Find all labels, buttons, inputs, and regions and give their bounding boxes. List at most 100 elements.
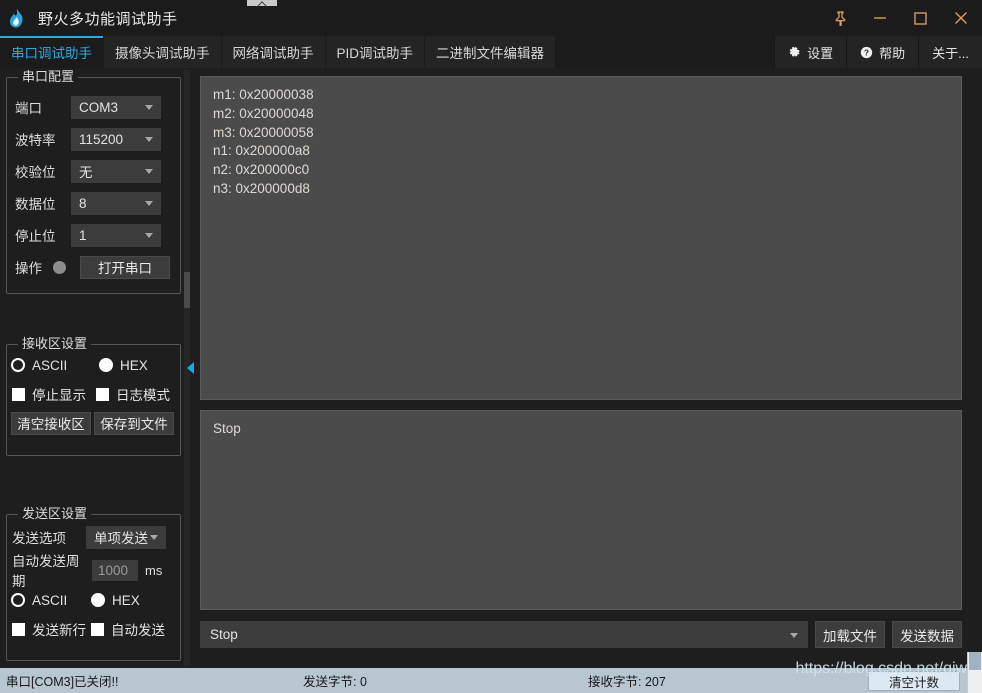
settings-label: 设置 (807, 45, 834, 61)
stop-display-label: 停止显示 (32, 388, 86, 403)
auto-period-label: 自动发送周期 (12, 554, 80, 589)
toolbar: 设置 ? 帮助 关于... (774, 36, 982, 68)
auto-period-input[interactable]: 1000 (92, 559, 138, 581)
send-ascii-label: ASCII (32, 592, 68, 608)
send-hex-label: HEX (112, 592, 140, 608)
stop-display-checkbox[interactable] (12, 387, 25, 401)
tab-serial[interactable]: 串口调试助手 (0, 36, 104, 68)
send-newline-checkbox[interactable] (12, 622, 25, 636)
baud-select[interactable]: 115200 (71, 127, 161, 151)
receive-line: n2: 0x200000c0 (213, 162, 310, 178)
pin-icon[interactable] (820, 0, 860, 36)
tx-bytes-text: 发送字节: 0 (303, 675, 367, 689)
baud-value: 115200 (79, 131, 124, 147)
about-label: 关于... (932, 45, 969, 61)
parity-value: 无 (79, 165, 93, 180)
flame-icon (0, 0, 34, 36)
connection-status-led (53, 260, 66, 274)
data-bits-select[interactable]: 8 (71, 191, 161, 215)
parity-select[interactable]: 无 (71, 159, 161, 183)
send-ascii-radio[interactable] (11, 593, 25, 607)
serial-config-title: 串口配置 (18, 69, 79, 85)
stop-bits-label: 停止位 (15, 229, 56, 244)
open-serial-button[interactable]: 打开串口 (80, 255, 170, 279)
send-option-select[interactable]: 单项发送 (86, 525, 166, 549)
port-value: COM3 (79, 99, 119, 115)
tab-network[interactable]: 网络调试助手 (221, 36, 326, 68)
auto-send-checkbox[interactable] (91, 622, 104, 636)
close-icon[interactable] (940, 0, 982, 36)
port-select[interactable]: COM3 (71, 95, 161, 119)
page-scrollbar[interactable] (967, 652, 982, 693)
stop-bits-value: 1 (79, 227, 87, 243)
tab-binary-editor[interactable]: 二进制文件编辑器 (425, 36, 557, 68)
send-option-label: 发送选项 (12, 531, 66, 546)
parity-label: 校验位 (15, 165, 56, 180)
chevron-down-icon (145, 233, 153, 238)
clear-count-button[interactable]: 清空计数 (868, 671, 960, 691)
tab-camera[interactable]: 摄像头调试助手 (104, 36, 222, 68)
baud-label: 波特率 (15, 133, 56, 148)
sidebar: 串口配置 端口 COM3 波特率 115200 校验位 无 数据位 8 停止位 … (0, 68, 186, 668)
window-notch (247, 0, 277, 6)
load-file-button[interactable]: 加载文件 (815, 621, 885, 648)
help-label: 帮助 (879, 45, 906, 61)
receive-line: n1: 0x200000a8 (213, 143, 310, 159)
rx-bytes-text: 接收字节: 207 (588, 675, 666, 689)
help-button[interactable]: ? 帮助 (846, 36, 919, 68)
about-button[interactable]: 关于... (918, 36, 982, 68)
minimize-icon[interactable] (860, 0, 900, 36)
send-settings-group: 发送区设置 发送选项 单项发送 自动发送周期 1000 ms ASCII HEX (6, 506, 181, 661)
sidebar-scrollbar-thumb[interactable] (184, 272, 190, 308)
receive-line: m3: 0x20000058 (213, 124, 314, 140)
receive-hex-radio[interactable] (99, 358, 113, 372)
chevron-down-icon (145, 105, 153, 110)
port-label: 端口 (15, 101, 42, 116)
maximize-icon[interactable] (900, 0, 940, 36)
data-bits-value: 8 (79, 195, 87, 211)
title-bar: 野火多功能调试助手 (0, 0, 982, 36)
gear-icon (788, 46, 801, 59)
send-option-value: 单项发送 (94, 531, 148, 546)
send-settings-title: 发送区设置 (18, 506, 92, 522)
connection-status-text: 串口[COM3]已关闭!! (6, 675, 119, 689)
stop-bits-select[interactable]: 1 (71, 223, 161, 247)
auto-send-label: 自动发送 (111, 623, 165, 638)
receive-ascii-radio[interactable] (11, 358, 25, 372)
send-bar: Stop 加载文件 发送数据 (200, 621, 962, 648)
receive-line: m1: 0x20000038 (213, 87, 314, 102)
chevron-left-icon (187, 362, 194, 374)
log-mode-checkbox[interactable] (96, 387, 109, 401)
status-bar: 串口[COM3]已关闭!! 发送字节: 0 接收字节: 207 清空计数 (0, 668, 982, 693)
receive-line: m2: 0x20000048 (213, 105, 314, 121)
data-bits-label: 数据位 (15, 197, 56, 212)
save-to-file-button[interactable]: 保存到文件 (94, 411, 174, 435)
send-data-button[interactable]: 发送数据 (892, 621, 962, 648)
auto-period-unit: ms (145, 562, 163, 578)
receive-line: n3: 0x200000d8 (213, 180, 310, 196)
chevron-down-icon (145, 169, 153, 174)
send-hex-radio[interactable] (91, 593, 105, 607)
receive-ascii-label: ASCII (32, 357, 68, 373)
sidebar-collapse-handle[interactable] (186, 361, 195, 375)
tab-pid[interactable]: PID调试助手 (325, 36, 426, 68)
chevron-down-icon (150, 535, 158, 540)
clear-receive-button[interactable]: 清空接收区 (11, 411, 91, 435)
serial-config-group: 串口配置 端口 COM3 波特率 115200 校验位 无 数据位 8 停止位 … (6, 69, 181, 294)
app-title: 野火多功能调试助手 (38, 10, 178, 28)
question-circle-icon: ? (860, 46, 873, 59)
application-window: 野火多功能调试助手 串口调试助手 摄像头调试助手 网络调试助手 PID调试助手 … (0, 0, 982, 693)
receive-hex-label: HEX (120, 357, 148, 373)
settings-button[interactable]: 设置 (774, 36, 847, 68)
chevron-down-icon (145, 137, 153, 142)
receive-text-area[interactable]: m1: 0x20000038 m2: 0x20000048 m3: 0x2000… (200, 76, 962, 400)
send-newline-label: 发送新行 (32, 623, 86, 638)
receive-settings-group: 接收区设置 ASCII HEX 停止显示 日志模式 清空接收区 保存到文件 (6, 336, 181, 456)
chevron-down-icon (145, 201, 153, 206)
send-text-content: Stop (213, 421, 241, 436)
send-text-area[interactable]: Stop (200, 410, 962, 610)
window-controls (820, 0, 982, 36)
operation-label: 操作 (15, 261, 42, 276)
send-history-select[interactable]: Stop (200, 621, 808, 648)
send-history-value: Stop (210, 627, 238, 642)
